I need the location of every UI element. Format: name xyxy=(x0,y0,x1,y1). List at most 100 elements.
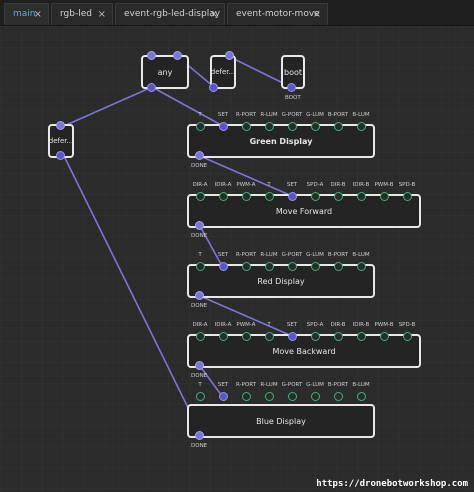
blue-input-pin-7[interactable] xyxy=(356,391,366,401)
green-input-pin-4[interactable] xyxy=(287,121,297,131)
forward-input-pin-7[interactable] xyxy=(356,191,366,201)
forward-pin-label-5: SPD-A xyxy=(306,182,324,188)
defer-top-input-pin[interactable] xyxy=(225,51,234,60)
blue-input-pin-2[interactable] xyxy=(241,391,251,401)
forward-pin-label-7: IDIR-B xyxy=(352,182,370,188)
red-input-pin-3[interactable] xyxy=(264,261,274,271)
wire-defer-to-any xyxy=(63,86,153,127)
forward-input-pin-8[interactable] xyxy=(379,191,389,201)
blue-input-pin-6[interactable] xyxy=(333,391,343,401)
red-input-pin-2[interactable] xyxy=(241,261,251,271)
forward-input-pin-4[interactable] xyxy=(287,191,297,201)
green-done-pin[interactable] xyxy=(195,151,204,160)
backward-input-pin-4[interactable] xyxy=(287,331,297,341)
blue-input-pin-1[interactable] xyxy=(218,391,228,401)
node-title: Green Display xyxy=(249,136,313,146)
red-input-pin-4[interactable] xyxy=(287,261,297,271)
any-input-pin-2[interactable] xyxy=(173,51,182,60)
red-input-pin-5[interactable] xyxy=(310,261,320,271)
defer-left-input-pin[interactable] xyxy=(56,121,65,130)
blue-pin-label-4: G-PORT xyxy=(281,382,303,388)
green-pin-label-6: B-PORT xyxy=(327,112,349,118)
backward-input-pin-7[interactable] xyxy=(356,331,366,341)
backward-pin-label-5: SPD-A xyxy=(306,322,324,328)
blue-input-pin-3[interactable] xyxy=(264,391,274,401)
defer-left-output-pin[interactable] xyxy=(56,151,65,160)
red-done-pin[interactable] xyxy=(195,291,204,300)
node-title: defer... xyxy=(210,68,236,76)
backward-pin-label-4: SET xyxy=(286,322,298,328)
any-output-pin[interactable] xyxy=(147,83,156,92)
forward-input-pin-3[interactable] xyxy=(264,191,274,201)
red-input-pin-1[interactable] xyxy=(218,261,228,271)
any-input-pin-1[interactable] xyxy=(147,51,156,60)
green-pin-label-3: R-LUM xyxy=(260,112,278,118)
green-input-pin-6[interactable] xyxy=(333,121,343,131)
forward-pin-label-2: PWM-A xyxy=(236,182,256,188)
backward-input-pin-3[interactable] xyxy=(264,331,274,341)
green-input-pin-1[interactable] xyxy=(218,121,228,131)
red-pin-label-3: R-LUM xyxy=(260,252,278,258)
forward-pin-label-0: DIR-A xyxy=(192,182,208,188)
green-pin-label-7: B-LUM xyxy=(352,112,370,118)
green-input-pin-7[interactable] xyxy=(356,121,366,131)
forward-input-pin-2[interactable] xyxy=(241,191,251,201)
done-label: DONE xyxy=(191,163,208,169)
wire-forward-done-to-red-set xyxy=(199,225,223,267)
green-input-pin-2[interactable] xyxy=(241,121,251,131)
red-input-pin-7[interactable] xyxy=(356,261,366,271)
node-title: boot xyxy=(283,67,302,77)
blue-pin-label-3: R-LUM xyxy=(260,382,278,388)
backward-pin-label-6: DIR-B xyxy=(330,322,346,328)
node-blue-display[interactable]: Blue Display xyxy=(187,404,375,438)
forward-pin-label-3: T xyxy=(267,182,271,188)
backward-done-pin[interactable] xyxy=(195,361,204,370)
backward-input-pin-6[interactable] xyxy=(333,331,343,341)
backward-pin-label-3: T xyxy=(267,322,271,328)
node-red-display[interactable]: Red Display xyxy=(187,264,375,298)
backward-pin-label-9: SPD-B xyxy=(398,322,416,328)
blue-pin-label-5: G-LUM xyxy=(306,382,324,388)
defer-top-output-pin[interactable] xyxy=(209,83,218,92)
green-pin-label-0: T xyxy=(198,112,202,118)
done-label: DONE xyxy=(191,443,208,449)
green-input-pin-0[interactable] xyxy=(195,121,205,131)
backward-input-pin-9[interactable] xyxy=(402,331,412,341)
forward-input-pin-6[interactable] xyxy=(333,191,343,201)
green-pin-label-1: SET xyxy=(217,112,229,118)
blue-input-pin-5[interactable] xyxy=(310,391,320,401)
backward-input-pin-8[interactable] xyxy=(379,331,389,341)
red-pin-label-2: R-PORT xyxy=(235,252,256,258)
red-pin-label-1: SET xyxy=(217,252,229,258)
blue-pin-label-2: R-PORT xyxy=(235,382,256,388)
red-input-pin-6[interactable] xyxy=(333,261,343,271)
backward-input-pin-1[interactable] xyxy=(218,331,228,341)
backward-pin-label-8: PWM-B xyxy=(374,322,394,328)
backward-input-pin-5[interactable] xyxy=(310,331,320,341)
node-green-display[interactable]: Green Display xyxy=(187,124,375,158)
blue-pin-label-6: B-PORT xyxy=(327,382,349,388)
forward-done-pin[interactable] xyxy=(195,221,204,230)
backward-input-pin-2[interactable] xyxy=(241,331,251,341)
backward-input-pin-0[interactable] xyxy=(195,331,205,341)
blue-input-pin-4[interactable] xyxy=(287,391,297,401)
node-title: Move Forward xyxy=(275,206,333,216)
green-input-pin-5[interactable] xyxy=(310,121,320,131)
green-pin-label-2: R-PORT xyxy=(235,112,256,118)
watermark: https://dronebotworkshop.com xyxy=(316,479,468,489)
node-title: Blue Display xyxy=(256,416,306,426)
forward-input-pin-5[interactable] xyxy=(310,191,320,201)
backward-pin-label-1: IDIR-A xyxy=(214,322,232,328)
blue-done-pin[interactable] xyxy=(195,431,204,440)
forward-input-pin-9[interactable] xyxy=(402,191,412,201)
forward-input-pin-0[interactable] xyxy=(195,191,205,201)
forward-pin-label-4: SET xyxy=(286,182,298,188)
forward-input-pin-1[interactable] xyxy=(218,191,228,201)
red-pin-label-0: T xyxy=(198,252,202,258)
green-input-pin-3[interactable] xyxy=(264,121,274,131)
forward-pin-label-8: PWM-B xyxy=(374,182,394,188)
blue-input-pin-0[interactable] xyxy=(195,391,205,401)
boot-output-pin[interactable] xyxy=(287,83,296,92)
node-title: Move Backward xyxy=(272,346,336,356)
red-input-pin-0[interactable] xyxy=(195,261,205,271)
